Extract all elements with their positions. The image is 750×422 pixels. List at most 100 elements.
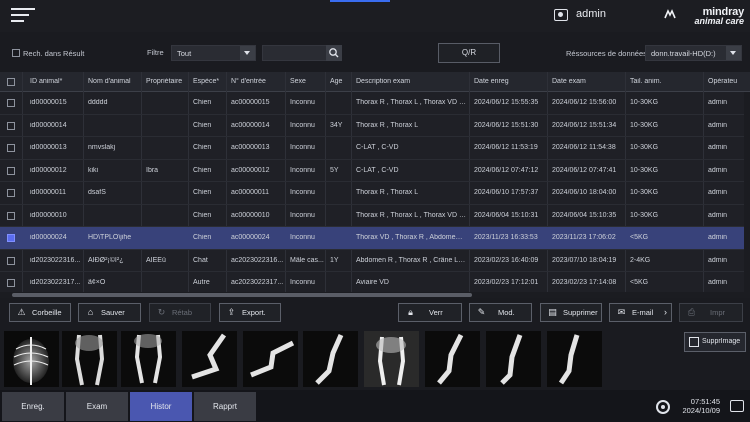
table-cell: Inconnu [290, 166, 315, 174]
email-button[interactable]: ✉ E-mail › [609, 303, 672, 322]
table-cell: Thorax R , Thorax L , Thorax VD , T... [356, 211, 466, 219]
xray-image-icon [303, 331, 358, 387]
table-row[interactable]: id00000011 dsafS Chien ac00000011 Inconnu Tho… [0, 182, 750, 205]
table-cell: C-LAT , C-VD [356, 166, 399, 174]
table-cell: id00000013 [30, 144, 67, 151]
menu-icon[interactable] [11, 8, 35, 24]
xray-image-icon [486, 331, 541, 387]
row-checkbox[interactable] [7, 279, 15, 287]
delete-image-button[interactable]: SupprImage [684, 332, 746, 352]
row-checkbox[interactable] [7, 121, 15, 130]
table-row[interactable]: id00000012 kiki Ibra Chien ac00000012 Inconnu… [0, 160, 750, 182]
table-cell: 2024/06/12 15:55:35 [474, 99, 539, 106]
column-header[interactable]: Date exam [552, 78, 624, 85]
delete-button[interactable]: ▤ Supprimer [540, 303, 602, 322]
table-row[interactable]: id00000015 ddddd Chien ac00000015 Inconnu Tho… [0, 92, 750, 115]
row-checkbox[interactable] [7, 144, 15, 152]
table-row[interactable]: id2023022316... ÄÏÐØ²¡©Ì²¿ ÄÏÊÈü Chat ac2023… [0, 250, 750, 272]
tab-rapprt[interactable]: Rapprt [194, 392, 256, 421]
table-cell: <5KG [630, 234, 649, 241]
table-cell: admin [708, 256, 728, 264]
table-cell: 2024/06/12 15:51:34 [552, 121, 617, 129]
xray-thumbnail[interactable] [182, 331, 237, 387]
resources-select[interactable]: donn.travail-HD(D:) [645, 45, 742, 61]
column-header[interactable]: Tail. anim. [630, 78, 700, 85]
system-tray-icon[interactable] [730, 400, 744, 412]
table-cell: id00000012 [30, 166, 67, 174]
search-button[interactable] [326, 45, 342, 61]
row-checkbox[interactable] [7, 189, 15, 197]
lock-button[interactable]: 🔒︎ Verr [398, 303, 462, 322]
table-row[interactable]: id00000013 nmvslakj Chien ac00000013 Inconnu… [0, 137, 750, 160]
column-header[interactable]: Sexe [290, 78, 324, 85]
search-input[interactable] [262, 45, 328, 61]
column-header[interactable]: Description exam [356, 78, 466, 85]
row-checkbox[interactable] [7, 256, 15, 265]
bottom-nav: Enreg. Exam Histor Rapprt 07:51:45 2024/… [0, 390, 750, 422]
xray-thumbnail[interactable] [243, 331, 298, 387]
select-all-checkbox[interactable] [7, 78, 15, 86]
xray-thumbnail[interactable] [364, 331, 419, 387]
trash-button[interactable]: ⚠ Corbeille [9, 303, 71, 322]
mindray-logo: mindray animal care [664, 6, 744, 28]
filter-select[interactable]: Tout [171, 45, 256, 61]
table-cell: Inconnu [290, 121, 315, 129]
user-icon [554, 9, 568, 21]
tab-histor[interactable]: Histor [130, 392, 192, 421]
xray-image-icon [121, 331, 176, 387]
tab-enreg[interactable]: Enreg. [2, 392, 64, 421]
export-button[interactable]: ⇪ Export. [219, 303, 281, 322]
qr-button[interactable]: Q/R [438, 43, 500, 63]
column-header[interactable]: N° d'entrée [231, 78, 285, 85]
xray-thumbnail[interactable] [486, 331, 541, 387]
xray-thumbnail[interactable] [425, 331, 480, 387]
row-checkbox[interactable] [7, 211, 15, 220]
table-row[interactable]: id00000024 HD\TPLO\jihe Chien ac00000024 Inc… [0, 227, 750, 250]
restore-icon: ↻ [157, 307, 166, 317]
print-button[interactable]: ⎙ Impr [679, 303, 743, 322]
patient-table: ID animal* Nom d'animal Propriétaire Esp… [0, 72, 750, 298]
xray-thumbnail[interactable] [547, 331, 602, 387]
resources-label: Réssources de données [566, 49, 647, 58]
table-row[interactable]: id00000010 Chien ac00000010 Inconnu Thorax R… [0, 205, 750, 227]
save-button[interactable]: ⌂ Sauver [78, 303, 141, 322]
column-header[interactable]: Date enreg [474, 78, 548, 85]
settings-icon[interactable] [656, 400, 670, 414]
table-cell: Aviaire VD [356, 279, 389, 286]
table-cell: dsafS [88, 189, 106, 196]
table-cell: Thorax R , Thorax L [356, 121, 419, 129]
search-in-results-checkbox[interactable] [12, 49, 20, 57]
table-cell: 2024/06/12 07:47:41 [552, 166, 617, 174]
xray-image-icon [547, 331, 602, 387]
column-header[interactable]: Propriétaire [146, 78, 189, 85]
table-cell: 2-4KG [630, 256, 651, 264]
xray-image-icon [364, 331, 419, 387]
export-button-label: Export. [242, 308, 266, 317]
table-cell: Chien [193, 121, 212, 129]
row-checkbox[interactable] [7, 99, 15, 107]
xray-thumbnail[interactable] [62, 331, 117, 387]
column-header[interactable]: ID animal* [30, 78, 84, 85]
column-header[interactable]: Age [330, 78, 350, 85]
row-checkbox[interactable] [7, 234, 15, 242]
xray-thumbnail[interactable] [303, 331, 358, 387]
column-header[interactable]: Nom d'animal [88, 78, 142, 85]
column-header[interactable]: Opérateu [708, 78, 744, 85]
xray-thumbnail[interactable] [4, 331, 59, 387]
column-header[interactable]: Espèce* [193, 78, 227, 85]
xray-thumbnail[interactable] [121, 331, 176, 387]
row-checkbox[interactable] [7, 166, 15, 175]
table-cell: 2024/06/12 07:47:12 [474, 166, 539, 174]
horizontal-scrollbar-thumb[interactable] [12, 293, 472, 297]
edit-button[interactable]: ✎ Mod. [469, 303, 532, 322]
table-cell: 2023/02/23 17:14:08 [552, 279, 617, 286]
table-cell: admin [708, 234, 728, 241]
table-cell: 10-30KG [630, 211, 659, 219]
delete-icon: ▤ [548, 307, 557, 317]
vertical-scrollbar[interactable] [744, 92, 750, 292]
restore-button[interactable]: ↻ Rétab [149, 303, 211, 322]
tab-exam[interactable]: Exam [66, 392, 128, 421]
table-body: id00000015 ddddd Chien ac00000015 Inconnu Tho… [0, 92, 750, 295]
table-row[interactable]: id00000014 Chien ac00000014 Inconnu 34Y Thora… [0, 115, 750, 137]
table-cell: Chien [193, 211, 212, 219]
